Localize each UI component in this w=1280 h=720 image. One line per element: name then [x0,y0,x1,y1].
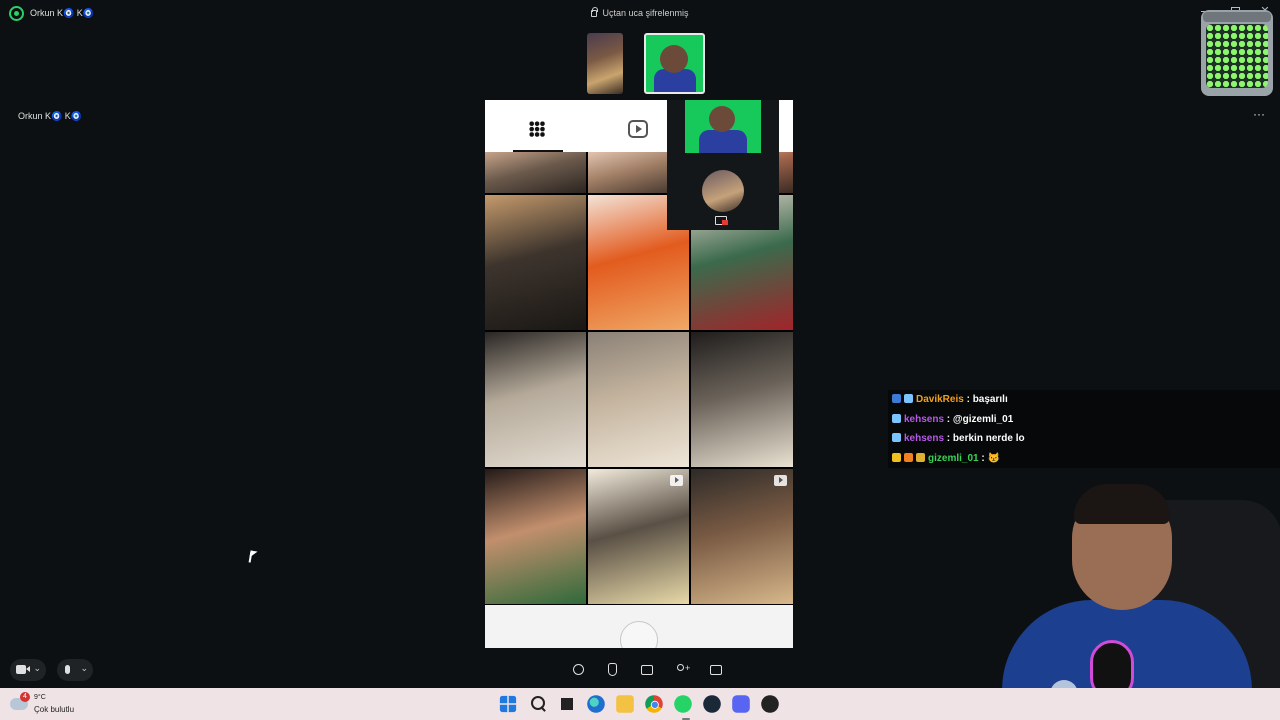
chat-text: berkin nerde lo [952,433,1025,444]
taskbar-apps [497,693,797,720]
post-thumbnail[interactable] [691,469,793,604]
self-view-head [709,106,735,132]
chat-badge-icon [892,433,901,442]
weather-widget[interactable]: 4 9°C Çok bulutlu [10,692,100,718]
tab-posts-grid[interactable] [513,112,563,152]
reel-icon [670,475,683,486]
chat-badge-icon [904,452,913,462]
streamer-webcam-overlay [962,470,1280,720]
share-screen-icon [641,665,653,675]
search-icon[interactable] [527,693,549,715]
emoji-icon [573,664,584,675]
screen-share-icon [715,216,728,225]
microphone-icon [65,665,70,674]
steam-icon[interactable] [703,695,721,713]
add-participant-icon [677,663,690,673]
reaction-button[interactable] [568,660,588,680]
raise-hand-icon [608,663,617,676]
microphone-toggle-button[interactable]: ⌄ [57,659,93,681]
chat-separator: : [944,413,953,425]
caller-avatar [702,170,744,212]
app-icon[interactable] [761,695,779,713]
chat-message: kehsens : berkin nerde lo [888,429,1280,449]
call-actions [566,660,726,680]
chat-text: başarılı [972,394,1008,405]
chat-text: 😾 [987,452,1000,464]
participant-thumbnail-camera[interactable] [644,33,705,94]
discord-icon[interactable] [732,695,750,713]
windows-taskbar: 4 9°C Çok bulutlu [0,688,1280,720]
chat-badge-icon [892,394,901,403]
video-camera-icon [16,665,30,674]
share-screen-button[interactable] [637,660,657,680]
chat-badge-icon [892,413,901,423]
self-view-panel[interactable] [667,100,779,230]
chat-message: kehsens : @gizemli_01 [888,409,1280,429]
jar-lid [1203,12,1271,22]
post-thumbnail[interactable] [588,332,689,467]
encryption-notice: Uçtan uca şifrelenmiş [0,7,1280,18]
chevron-down-icon: ⌄ [80,663,88,673]
more-options-button[interactable]: ··· [1250,108,1268,124]
chat-separator: : [944,433,953,444]
chat-panel-button[interactable] [706,660,726,680]
edge-icon[interactable] [587,695,605,713]
chat-username: DavikReis [916,394,964,405]
chat-username: kehsens [904,413,945,425]
add-participant-button[interactable] [672,660,692,680]
post-thumbnail[interactable] [485,469,586,604]
self-view-figure [699,130,747,153]
chat-badge-icon [892,452,901,462]
jar-contents [1206,24,1268,88]
chat-username: gizemli_01 [928,452,979,464]
phone-navigation-bar [485,605,793,648]
grid-icon [529,121,545,137]
participant-thumbnail-screen[interactable] [587,33,623,94]
temperature: 9°C [34,694,46,701]
post-thumbnail[interactable] [485,195,586,330]
start-icon[interactable] [499,695,517,713]
post-thumbnail[interactable] [588,469,689,604]
chevron-down-icon: ⌄ [33,663,41,673]
chat-badge-icon [916,452,925,462]
weather-description: Çok bulutlu [34,705,75,714]
self-view-video [685,100,761,153]
title-bar: Orkun K🧿 K🧿 Uçtan uca şifrelenmiş [0,0,1280,28]
tab-reels[interactable] [628,120,648,138]
streamer-hair [1074,484,1170,524]
chat-text: @gizemli_01 [952,413,1014,425]
chat-message: DavikReis : başarılı [888,390,1280,410]
mouse-cursor-icon [249,550,258,559]
chat-username: kehsens [904,433,945,444]
task-view-icon[interactable] [556,693,578,715]
reel-icon [774,475,787,486]
jar-overlay-widget [1201,10,1273,96]
post-thumbnail[interactable] [691,332,793,467]
post-thumbnail[interactable] [485,332,586,467]
participant-name-label: Orkun K🧿 K🧿 [18,111,82,121]
participant-head [660,45,688,73]
chat-panel-icon [710,665,722,675]
chrome-icon[interactable] [645,695,663,713]
chat-message: gizemli_01 : 😾 [888,448,1280,468]
stream-chat-overlay: DavikReis : başarılı kehsens : @gizemli_0… [888,390,1280,468]
chat-separator: : [963,394,973,405]
chat-badge-icon [904,394,913,403]
camera-toggle-button[interactable]: ⌄ [10,659,46,681]
encryption-text: Uçtan uca şifrelenmiş [602,8,689,18]
raise-hand-button[interactable] [602,660,622,680]
post-thumbnail[interactable] [485,152,586,193]
file-explorer-icon[interactable] [616,695,634,713]
home-button[interactable] [620,621,658,648]
lock-icon [591,7,599,17]
notification-badge: 4 [20,692,30,702]
whatsapp-icon[interactable] [674,695,692,713]
